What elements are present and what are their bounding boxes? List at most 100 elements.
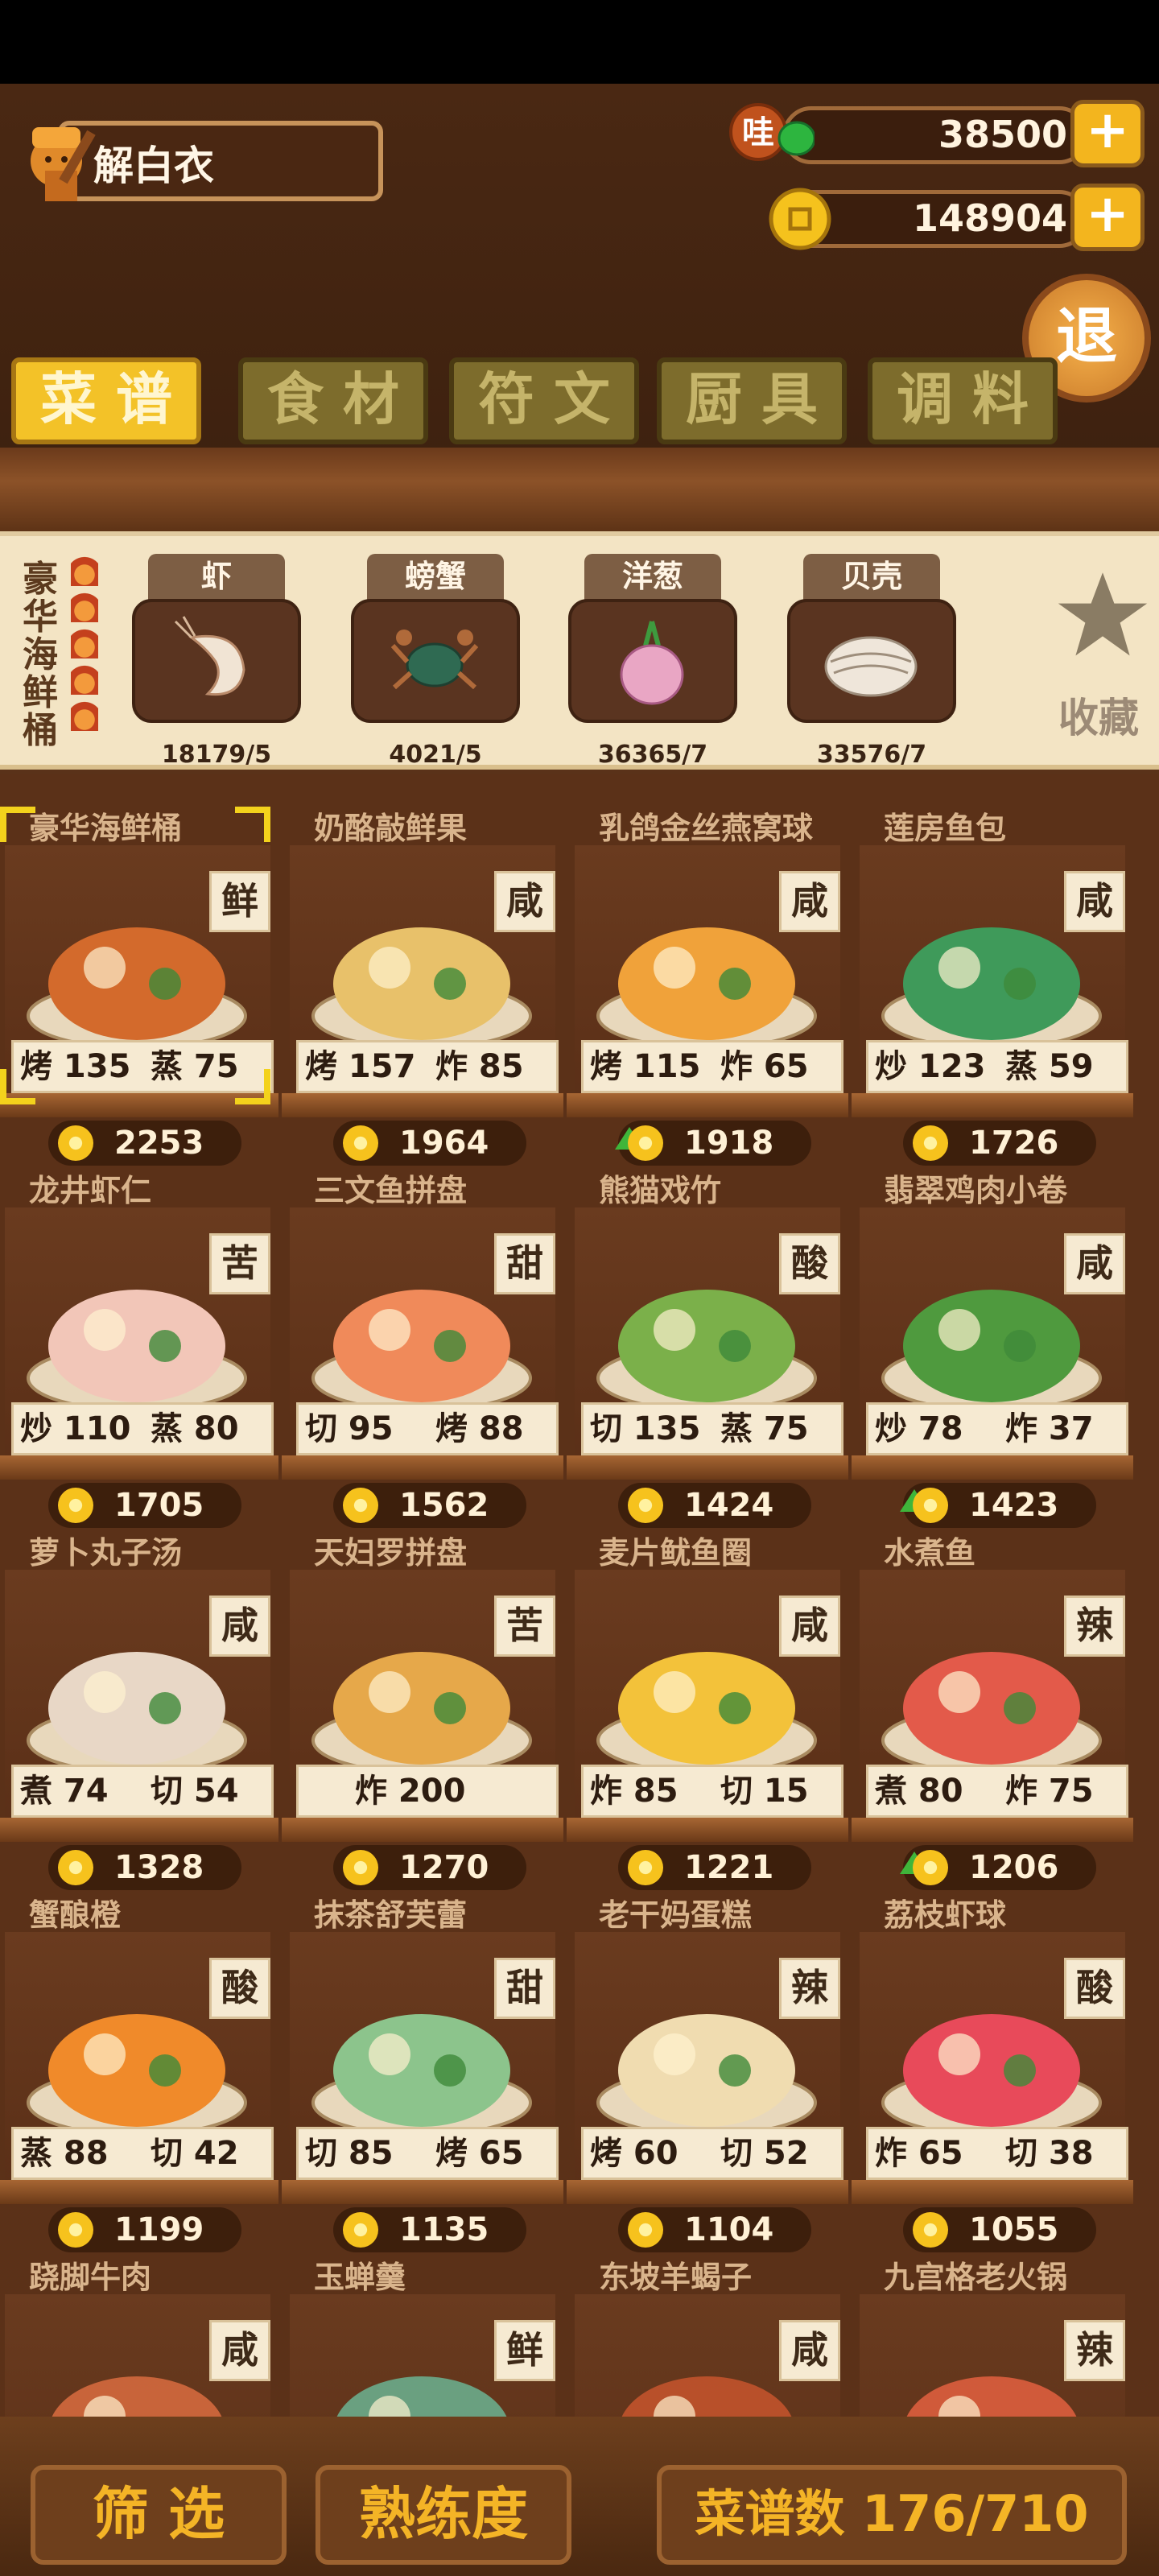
skill-type: 炸 — [1005, 1410, 1037, 1447]
tab-runes[interactable]: 符文 — [449, 357, 639, 444]
price-value: 2253 — [114, 1125, 204, 1162]
ingredient-count: 33576/7 — [816, 741, 927, 769]
skill-requirement: 切 85 — [305, 2129, 394, 2178]
recipe-card[interactable]: 翡翠鸡肉小卷咸炒 78 炸 37 1423 — [852, 1169, 1133, 1531]
recipe-name: 玉蝉羹 — [314, 2260, 406, 2295]
gold-coin-icon — [343, 1850, 378, 1885]
skill-requirement: 蒸 59 — [1005, 1042, 1094, 1091]
recipe-card[interactable]: 三文鱼拼盘甜切 95 烤 88 1562 — [282, 1169, 563, 1531]
tab-cookware[interactable]: 厨具 — [657, 357, 847, 444]
flavor-badge: 鲜 — [494, 2320, 555, 2381]
recipe-count: 菜谱数 176/710 — [657, 2465, 1127, 2565]
skill-requirements: 炒 110 蒸 80 — [11, 1402, 274, 1455]
skill-value: 65 — [907, 2135, 963, 2172]
skill-value: 75 — [183, 1048, 239, 1085]
price-value: 1328 — [114, 1849, 204, 1886]
price-value: 1918 — [684, 1125, 774, 1162]
onion-icon — [620, 621, 684, 705]
ingredient-label: 洋葱 — [584, 554, 721, 601]
skill-requirements: 烤 157 炸 85 — [296, 1040, 559, 1093]
ingredient-slot[interactable]: 洋葱 36365/7 — [568, 554, 737, 769]
skill-type: 炸 — [590, 1773, 622, 1810]
skill-requirement: 蒸 75 — [151, 1042, 239, 1091]
recipe-card[interactable]: 蟹酿橙酸蒸 88 切 42 1199 — [0, 1893, 278, 2256]
price-value: 1562 — [399, 1487, 489, 1524]
recipe-card[interactable]: 老干妈蛋糕辣烤 60 切 52 1104 — [567, 1893, 848, 2256]
skill-type: 炸 — [1005, 1773, 1037, 1810]
recipe-name: 熊猫戏竹 — [599, 1173, 722, 1208]
flavor-badge: 咸 — [1064, 1233, 1125, 1294]
price-tag: 1206 — [900, 1845, 1096, 1890]
recipe-card[interactable]: 水煮鱼辣煮 80 炸 75 1206 — [852, 1531, 1133, 1893]
gold-coin-icon — [913, 1488, 948, 1523]
price-value: 1423 — [969, 1487, 1059, 1524]
flavor-badge: 咸 — [1064, 871, 1125, 932]
recipe-card[interactable]: 豪华海鲜桶鲜烤 135 蒸 75 2253 — [0, 807, 278, 1169]
shelf-plank — [852, 1455, 1133, 1480]
ingredient-slot[interactable]: 虾 18179/5 — [132, 554, 301, 769]
skill-value: 75 — [1037, 1773, 1094, 1810]
skill-requirement: 煮 74 — [20, 1767, 109, 1815]
skill-type: 烤 — [590, 1048, 622, 1085]
flavor-badge: 辣 — [779, 1958, 840, 2019]
skill-type: 切 — [720, 2135, 753, 2172]
filter-button[interactable]: 筛 选 — [31, 2465, 287, 2565]
skill-type: 蒸 — [20, 2135, 52, 2172]
gold-coin-icon — [58, 2212, 93, 2248]
player-profile[interactable]: 解白衣 — [16, 113, 383, 206]
skill-requirement: 切 42 — [151, 2129, 239, 2178]
gold-coin-icon — [913, 2212, 948, 2248]
skill-requirement: 煮 80 — [875, 1767, 963, 1815]
gold-coin-icon — [343, 1125, 378, 1161]
tab-recipes[interactable]: 菜谱 — [11, 357, 201, 444]
price-value: 1726 — [969, 1125, 1059, 1162]
shelf-plank — [852, 2180, 1133, 2204]
recipe-card[interactable]: 熊猫戏竹酸切 135 蒸 75 1424 — [567, 1169, 848, 1531]
skill-value: 135 — [52, 1048, 131, 1085]
gold-value: 148904 — [912, 196, 1067, 240]
recipe-card[interactable]: 莲房鱼包咸炒 123 蒸 59 1726 — [852, 807, 1133, 1169]
price-value: 1221 — [684, 1849, 774, 1886]
skill-value: 59 — [1037, 1048, 1094, 1085]
price-tag: 1726 — [903, 1121, 1096, 1166]
ingredient-card — [787, 599, 956, 723]
recipe-card[interactable]: 萝卜丸子汤咸煮 74 切 54 1328 — [0, 1531, 278, 1893]
recipe-card[interactable]: 乳鸽金丝燕窝球咸烤 115 炸 65 1918 — [567, 807, 848, 1169]
skill-value: 85 — [468, 1048, 524, 1085]
recipe-card[interactable]: 抹茶舒芙蕾甜切 85 烤 65 1135 — [282, 1893, 563, 2256]
skill-value: 52 — [753, 2135, 809, 2172]
price-value: 1270 — [399, 1849, 489, 1886]
mastery-button[interactable]: 熟练度 — [316, 2465, 571, 2565]
skill-type: 烤 — [435, 1410, 468, 1447]
skill-requirement: 炸 65 — [875, 2129, 963, 2178]
tab-ingredients[interactable]: 食材 — [238, 357, 428, 444]
recipe-card[interactable]: 奶酪敲鲜果咸烤 157 炸 85 1964 — [282, 807, 563, 1169]
skill-requirement: 炒 123 — [875, 1042, 985, 1091]
add-gold-button[interactable]: + — [1070, 184, 1145, 251]
skill-type: 蒸 — [151, 1410, 183, 1447]
recipe-card[interactable]: 麦片鱿鱼圈咸炸 85 切 15 1221 — [567, 1531, 848, 1893]
recipe-card[interactable]: 龙井虾仁苦炒 110 蒸 80 1705 — [0, 1169, 278, 1531]
ingredient-card — [132, 599, 301, 723]
favorite-button[interactable]: 收藏 — [1046, 567, 1151, 744]
skill-requirements: 烤 115 炸 65 — [581, 1040, 843, 1093]
skill-value: 85 — [622, 1773, 678, 1810]
recipe-name: 龙井虾仁 — [29, 1173, 152, 1208]
skill-requirement: 炒 110 — [20, 1405, 130, 1453]
gold-coin-icon — [58, 1125, 93, 1161]
recipe-card[interactable]: 天妇罗拼盘苦炸 200 1270 — [282, 1531, 563, 1893]
chef-avatar-icon[interactable] — [16, 113, 103, 206]
skill-requirements: 蒸 88 切 42 — [11, 2127, 274, 2180]
ingredient-slot[interactable]: 贝壳 33576/7 — [787, 554, 956, 769]
add-jade-button[interactable]: + — [1070, 100, 1145, 167]
skill-value: 37 — [1037, 1410, 1094, 1447]
skill-type: 炒 — [20, 1410, 52, 1447]
shelf-plank — [282, 2180, 563, 2204]
recipe-name: 天妇罗拼盘 — [314, 1535, 468, 1571]
skill-type: 切 — [151, 1773, 183, 1810]
recipe-card[interactable]: 荔枝虾球酸炸 65 切 38 1055 — [852, 1893, 1133, 2256]
tab-seasonings[interactable]: 调料 — [868, 357, 1058, 444]
ingredient-count: 18179/5 — [161, 741, 272, 769]
ingredient-slot[interactable]: 螃蟹 4021/5 — [351, 554, 520, 769]
skill-requirement: 烤 157 — [305, 1042, 415, 1091]
